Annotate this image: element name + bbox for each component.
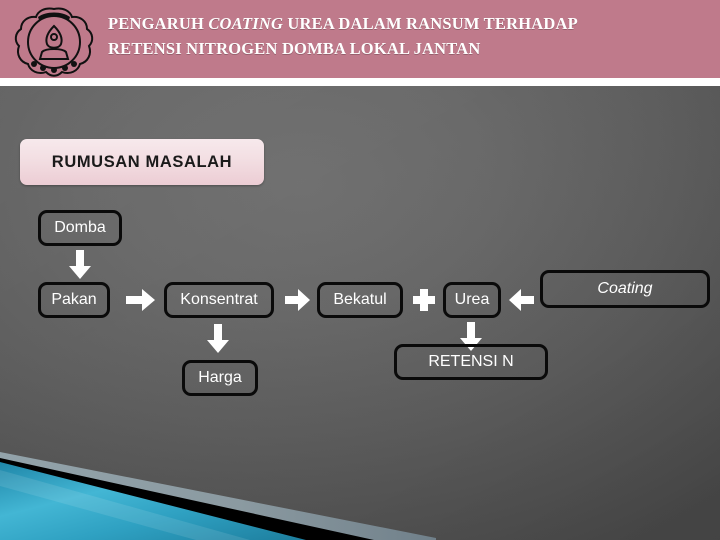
diagram-node-domba-label: Domba bbox=[54, 219, 106, 236]
plus-icon-bekatul-urea bbox=[412, 288, 436, 312]
arrow-left-icon-coating-to-urea bbox=[508, 288, 534, 312]
arrow-down-icon-konsentrat-to-harga bbox=[206, 324, 230, 354]
diagram-node-urea: Urea bbox=[443, 282, 501, 318]
diagram-node-retensi-n: RETENSI N bbox=[394, 344, 548, 380]
page-title-line-1-pre: PENGARUH bbox=[108, 14, 209, 33]
page-title-line-1-post: UREA DALAM RANSUM TERHADAP bbox=[283, 14, 578, 33]
page-title-line-1: PENGARUH COATING UREA DALAM RANSUM TERHA… bbox=[108, 11, 708, 36]
page-title: PENGARUH COATING UREA DALAM RANSUM TERHA… bbox=[108, 11, 708, 61]
diagram-node-coating-label: Coating bbox=[597, 280, 653, 297]
uns-university-emblem-icon bbox=[8, 4, 100, 78]
section-heading-chip: RUMUSAN MASALAH bbox=[20, 139, 264, 185]
slide-canvas: PENGARUH COATING UREA DALAM RANSUM TERHA… bbox=[0, 0, 720, 540]
diagram-node-harga: Harga bbox=[182, 360, 258, 396]
page-title-line-1-italic: COATING bbox=[208, 14, 284, 33]
diagram-node-coating: Coating bbox=[540, 270, 710, 308]
diagram-node-pakan: Pakan bbox=[38, 282, 110, 318]
diagram-node-retensi-n-label: RETENSI N bbox=[428, 353, 514, 370]
diagram-node-konsentrat: Konsentrat bbox=[164, 282, 274, 318]
diagram-node-konsentrat-label: Konsentrat bbox=[180, 291, 258, 308]
diagram-node-bekatul-label: Bekatul bbox=[333, 291, 387, 308]
diagram-node-domba: Domba bbox=[38, 210, 122, 246]
section-heading-label: RUMUSAN MASALAH bbox=[51, 152, 233, 171]
diagram-node-pakan-label: Pakan bbox=[51, 291, 97, 308]
diagram-node-urea-label: Urea bbox=[454, 291, 490, 308]
diagram-node-harga-label: Harga bbox=[198, 369, 242, 386]
arrow-right-icon-konsentrat-to-bekatul bbox=[285, 288, 311, 312]
header-separator bbox=[0, 78, 720, 86]
arrow-right-icon-pakan-to-konsentrat bbox=[126, 288, 156, 312]
diagram-node-bekatul: Bekatul bbox=[317, 282, 403, 318]
arrow-down-icon-domba-to-pakan bbox=[68, 250, 92, 280]
page-title-line-2: RETENSI NITROGEN DOMBA LOKAL JANTAN bbox=[108, 39, 481, 58]
